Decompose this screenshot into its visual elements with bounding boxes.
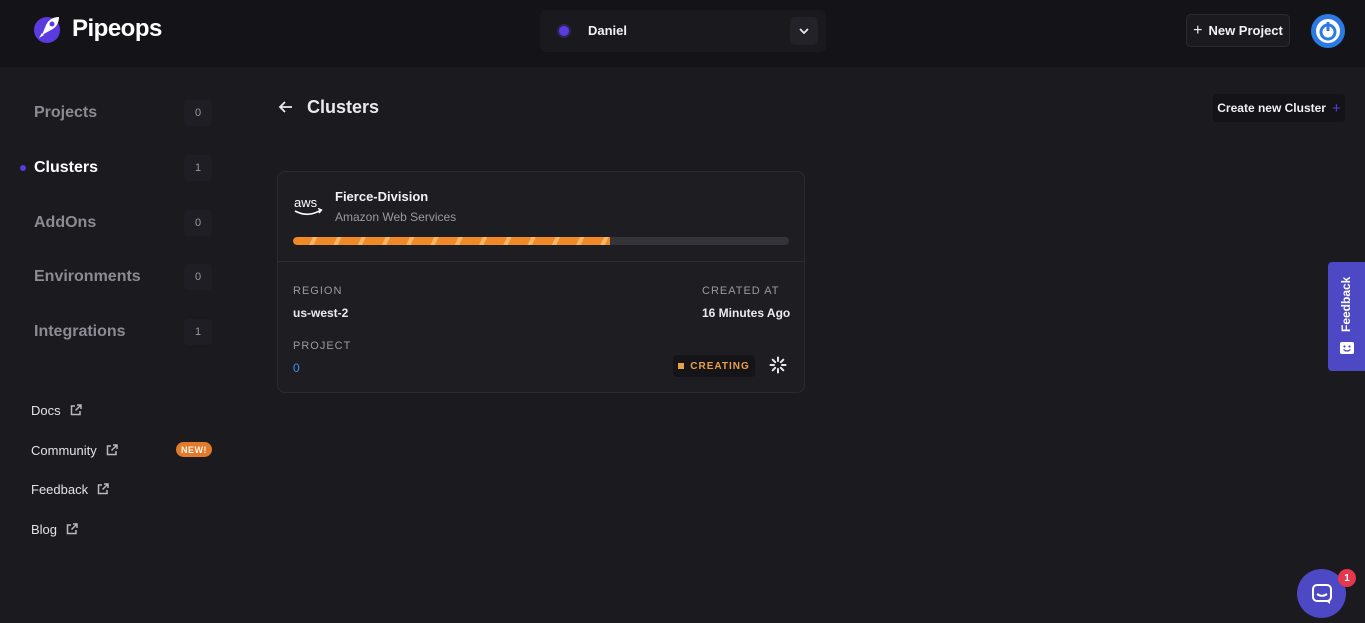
spinner-icon [769, 356, 787, 374]
cluster-progress-bar [293, 237, 789, 245]
arrow-left-icon[interactable] [276, 97, 296, 117]
cluster-name: Fierce-Division [335, 189, 429, 204]
sidebar-item-label: AddOns [34, 214, 97, 231]
external-link-icon [66, 523, 78, 535]
sidebar-item-label: Environments [34, 268, 141, 285]
plus-icon: + [1331, 99, 1341, 117]
sidebar-item-projects[interactable]: Projects 0 [34, 98, 212, 128]
page-title: Clusters [307, 97, 380, 117]
sidebar-item-count: 1 [184, 155, 212, 181]
external-link-icon [70, 404, 82, 416]
feedback-side-tab[interactable]: Feedback [1328, 262, 1365, 371]
chat-unread-badge: 1 [1338, 569, 1356, 587]
chevron-down-icon[interactable] [790, 17, 818, 45]
user-avatar[interactable] [1311, 14, 1345, 48]
sidebar-item-count: 1 [184, 319, 212, 345]
brand-name: Pipeops [72, 15, 162, 42]
sidebar-item-label: Integrations [34, 323, 126, 340]
create-cluster-button[interactable]: Create new Cluster + [1213, 94, 1345, 122]
status-dot [678, 363, 685, 369]
new-project-button[interactable]: + New Project [1186, 14, 1290, 47]
link-label: Docs [31, 402, 61, 418]
cluster-progress-fill [293, 237, 611, 245]
sidebar-link-docs[interactable]: Docs [31, 400, 83, 420]
sidebar-link-community[interactable]: Community [31, 440, 119, 460]
plus-icon: + [1193, 21, 1203, 39]
new-project-label: New Project [1208, 23, 1283, 38]
region-label: REGION [293, 285, 343, 297]
status-badge: CREATING [673, 355, 755, 377]
workspace-dot [559, 26, 569, 36]
sidebar-item-count: 0 [184, 210, 212, 236]
aws-logo-icon: aws [294, 195, 323, 216]
sidebar-item-count: 0 [184, 100, 212, 126]
feedback-tab-label: Feedback [1339, 276, 1353, 332]
project-label: PROJECT [293, 340, 352, 352]
chat-icon [1311, 583, 1332, 604]
external-link-icon [97, 483, 109, 495]
project-link[interactable]: 0 [293, 361, 300, 375]
top-bar: Pipeops Daniel + New Project [0, 0, 1365, 67]
created-at-label: CREATED AT [702, 285, 780, 297]
sidebar-item-count: 0 [184, 264, 212, 290]
new-badge: NEW! [176, 442, 212, 457]
rocket-logo-icon [34, 17, 60, 43]
sidebar-item-environments[interactable]: Environments 0 [34, 262, 212, 292]
external-link-icon [106, 444, 118, 456]
sidebar-item-integrations[interactable]: Integrations 1 [34, 317, 212, 347]
sidebar-link-feedback[interactable]: Feedback [31, 479, 110, 499]
cluster-provider: Amazon Web Services [335, 210, 457, 224]
link-label: Blog [31, 521, 58, 537]
card-divider [278, 261, 804, 262]
brand-logo[interactable]: Pipeops [32, 13, 162, 45]
feedback-face-icon [1340, 342, 1354, 354]
created-at-value: 16 Minutes Ago [702, 306, 791, 320]
power-icon [1316, 19, 1340, 43]
link-label: Feedback [31, 481, 89, 497]
workspace-selector[interactable]: Daniel [540, 10, 826, 52]
sidebar-item-clusters[interactable]: Clusters 1 [20, 153, 212, 183]
sidebar-item-label: Projects [34, 104, 98, 121]
region-value: us-west-2 [293, 306, 349, 320]
active-indicator [20, 165, 26, 171]
sidebar-item-addons[interactable]: AddOns 0 [34, 208, 212, 238]
workspace-name: Daniel [588, 23, 628, 38]
sidebar-item-label: Clusters [34, 159, 99, 176]
sidebar-link-blog[interactable]: Blog [31, 519, 79, 539]
create-cluster-label: Create new Cluster [1217, 101, 1326, 115]
cluster-card[interactable]: aws Fierce-Division Amazon Web Services … [277, 171, 805, 393]
status-text: CREATING [690, 360, 750, 372]
svg-text:aws: aws [294, 195, 318, 210]
link-label: Community [31, 442, 97, 458]
